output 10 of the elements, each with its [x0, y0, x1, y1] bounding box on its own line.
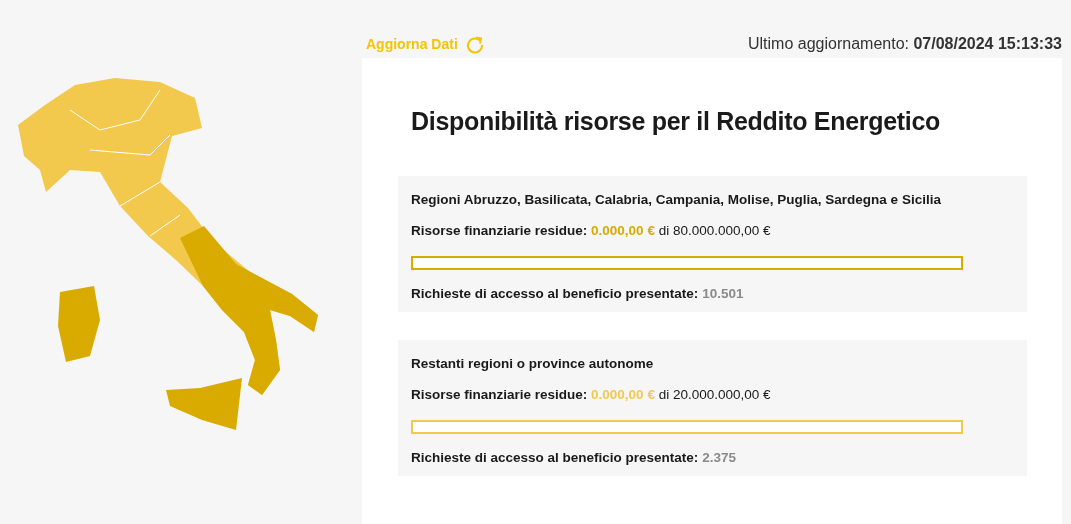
refresh-link[interactable]: Aggiorna Dati — [366, 33, 484, 55]
page-title: Disponibilità risorse per il Reddito Energetico — [411, 106, 942, 136]
resources-text: Risorse finanziarie residue: 0.000,00 € di 20.000.000,00 € — [411, 386, 772, 404]
resources-text: Risorse finanziarie residue: 0.000,00 € di 80.000.000,00 € — [411, 222, 772, 240]
section-title: Regioni Abruzzo, Basilicata, Calabria, Campania, Molise, Puglia, Sardegna e Sicilia — [411, 191, 941, 209]
refresh-icon — [465, 34, 484, 54]
last-update-text: Ultimo aggiornamento: 07/08/2024 15:13:33 — [748, 34, 1062, 54]
section-title: Restanti regioni o province autonome — [411, 355, 655, 373]
requests-text: Richieste di accesso al beneficio presentate: 10.501 — [411, 285, 745, 303]
requests-text: Richieste di accesso al beneficio presentate: 2.375 — [411, 449, 737, 467]
